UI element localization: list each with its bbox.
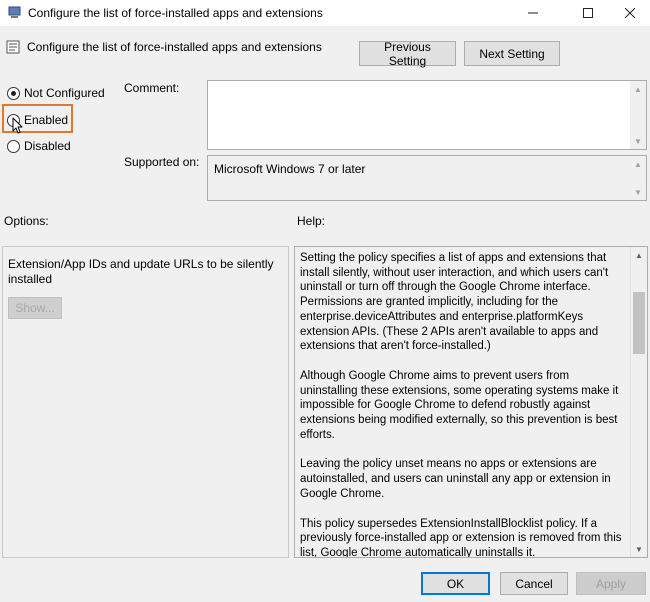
close-icon bbox=[625, 8, 635, 18]
radio-not-configured-button[interactable] bbox=[7, 87, 20, 100]
title-bar: Configure the list of force-installed ap… bbox=[0, 0, 650, 26]
ok-button[interactable]: OK bbox=[421, 572, 490, 595]
help-text: Setting the policy specifies a list of a… bbox=[300, 251, 627, 558]
maximize-button[interactable] bbox=[565, 0, 611, 26]
help-paragraph: Setting the policy specifies a list of a… bbox=[300, 252, 609, 353]
show-button[interactable]: Show... bbox=[8, 297, 62, 319]
help-paragraph: Leaving the policy unset means no apps o… bbox=[300, 458, 611, 500]
setting-icon bbox=[6, 40, 20, 54]
maximize-icon bbox=[583, 8, 593, 18]
policy-editor-icon bbox=[8, 6, 21, 18]
scroll-down-icon[interactable]: ▼ bbox=[630, 184, 646, 200]
scroll-up-icon[interactable]: ▲ bbox=[631, 247, 647, 263]
options-description: Extension/App IDs and update URLs to be … bbox=[8, 257, 274, 286]
next-setting-button[interactable]: Next Setting bbox=[464, 41, 560, 66]
help-panel: Setting the policy specifies a list of a… bbox=[294, 246, 648, 558]
supported-on-box: ▲ ▼ Microsoft Windows 7 or later bbox=[207, 155, 647, 201]
supported-on-value: Microsoft Windows 7 or later bbox=[214, 162, 366, 176]
policy-dialog: { "window": { "title": "Configure the li… bbox=[0, 0, 650, 602]
comment-scrollbar[interactable]: ▲ ▼ bbox=[630, 81, 646, 149]
radio-disabled[interactable]: Disabled bbox=[7, 138, 87, 156]
radio-disabled-label: Disabled bbox=[24, 139, 71, 153]
radio-disabled-button[interactable] bbox=[7, 140, 20, 153]
scroll-down-icon[interactable]: ▼ bbox=[631, 541, 647, 557]
options-label: Options: bbox=[4, 214, 49, 228]
help-label: Help: bbox=[297, 214, 326, 228]
minimize-icon bbox=[528, 12, 538, 14]
radio-not-configured[interactable]: Not Configured bbox=[7, 85, 117, 103]
radio-not-configured-label: Not Configured bbox=[24, 86, 105, 100]
help-scrollbar[interactable]: ▲ ▼ bbox=[630, 247, 647, 557]
supported-scrollbar[interactable]: ▲ ▼ bbox=[630, 156, 646, 200]
mouse-cursor-icon bbox=[12, 117, 23, 134]
scroll-down-icon[interactable]: ▼ bbox=[630, 133, 646, 149]
setting-name: Configure the list of force-installed ap… bbox=[27, 40, 322, 54]
scroll-up-icon[interactable]: ▲ bbox=[630, 81, 646, 97]
scroll-up-icon[interactable]: ▲ bbox=[630, 156, 646, 172]
comment-textarea[interactable]: ▲ ▼ bbox=[207, 80, 647, 150]
supported-on-label: Supported on: bbox=[124, 155, 200, 169]
window-title: Configure the list of force-installed ap… bbox=[28, 6, 323, 20]
options-panel: Extension/App IDs and update URLs to be … bbox=[2, 246, 289, 558]
help-paragraph: This policy supersedes ExtensionInstallB… bbox=[300, 517, 622, 558]
scroll-thumb[interactable] bbox=[633, 292, 645, 354]
previous-setting-button[interactable]: Previous Setting bbox=[359, 40, 456, 68]
help-paragraph: Although Google Chrome aims to prevent u… bbox=[300, 369, 619, 441]
close-button[interactable] bbox=[610, 0, 650, 26]
apply-button[interactable]: Apply bbox=[576, 572, 646, 595]
comment-label: Comment: bbox=[124, 81, 180, 95]
cancel-button[interactable]: Cancel bbox=[500, 572, 568, 595]
radio-enabled-label: Enabled bbox=[24, 113, 69, 127]
minimize-button[interactable] bbox=[510, 0, 556, 26]
